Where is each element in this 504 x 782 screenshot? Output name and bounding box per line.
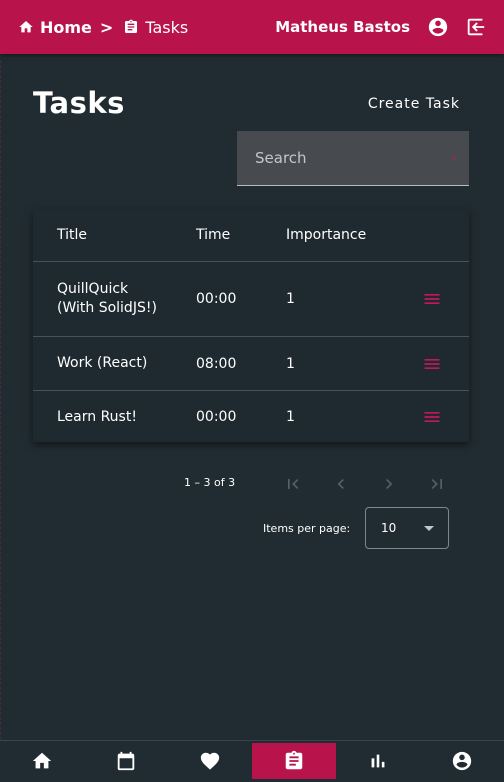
task-title-cell: Work (React) [33,354,196,373]
row-menu-button[interactable] [394,354,469,374]
table-row[interactable]: Work (React) 08:00 1 [33,337,469,391]
main-content: Tasks Create Task Title Time Importance … [0,54,504,740]
table-row[interactable]: QuillQuick (With SolidJS!) 00:00 1 [33,262,469,337]
breadcrumb-current: Tasks [123,18,188,37]
previous-page-button[interactable] [329,472,353,496]
next-page-button[interactable] [377,472,401,496]
breadcrumb-home[interactable]: Home [18,18,92,37]
row-menu-button[interactable] [394,289,469,309]
last-page-button[interactable] [425,472,449,496]
row-menu-button[interactable] [394,407,469,427]
nav-statistics[interactable] [336,743,420,779]
nav-calendar[interactable] [84,743,168,779]
clipboard-icon [125,19,138,33]
nav-favorites[interactable] [168,743,252,779]
bar-chart-icon [371,754,385,768]
table-header: Title Time Importance [33,209,469,262]
tasks-table: Title Time Importance QuillQuick (With S… [33,209,469,442]
column-header-importance: Importance [286,227,367,243]
breadcrumb-home-label: Home [40,17,92,37]
search-field[interactable] [237,131,469,186]
heart-icon [200,752,220,770]
task-title-cell: Learn Rust! [33,408,196,427]
breadcrumb-separator: > [99,17,114,37]
menu-icon [424,358,439,369]
items-per-page-value: 10 [381,521,397,535]
clipboard-icon [285,750,303,770]
task-title: Work (React) [57,355,148,371]
account-icon [428,17,448,37]
task-time: 00:00 [196,291,237,307]
task-title-cell: QuillQuick (With SolidJS!) [33,280,196,318]
task-importance: 1 [286,291,295,307]
top-app-bar: Home > Tasks Matheus Bastos [0,0,504,54]
table-row[interactable]: Learn Rust! 00:00 1 [33,391,469,443]
logout-button[interactable] [464,15,488,39]
task-title: Learn Rust! [57,408,137,425]
dropdown-arrow-icon [424,525,434,531]
chevron-left-icon [337,479,344,489]
items-per-page-select[interactable]: 10 [365,507,449,549]
home-icon [32,752,52,769]
task-title: QuillQuick (With SolidJS!) [57,281,157,316]
paginator: 1 – 3 of 3 [0,472,504,496]
search-input[interactable] [253,148,451,168]
nav-profile[interactable] [420,743,504,779]
task-importance: 1 [286,355,295,372]
breadcrumb-current-label: Tasks [145,17,189,37]
user-name: Matheus Bastos [275,18,410,36]
task-time: 00:00 [196,409,237,425]
first-page-button[interactable] [281,472,305,496]
account-icon [452,751,472,771]
task-time: 08:00 [196,355,237,372]
nav-tasks[interactable] [252,743,336,779]
first-page-icon [288,479,299,489]
items-per-page-label: Items per page: [263,522,351,535]
page-title: Tasks [33,86,125,120]
nav-home[interactable] [0,743,84,779]
column-header-title: Title [57,227,88,243]
last-page-icon [431,479,442,489]
page-range-label: 1 – 3 of 3 [184,476,236,489]
logout-icon [467,18,485,36]
calendar-icon [117,751,135,771]
menu-icon [424,412,439,422]
account-button[interactable] [426,15,450,39]
task-importance: 1 [286,409,295,425]
menu-icon [424,294,439,304]
create-task-button[interactable]: Create Task [368,96,460,112]
column-header-time: Time [196,227,231,243]
home-icon [19,21,33,33]
bottom-navigation [0,740,504,782]
search-icon[interactable] [451,148,457,168]
chevron-right-icon [386,479,393,489]
